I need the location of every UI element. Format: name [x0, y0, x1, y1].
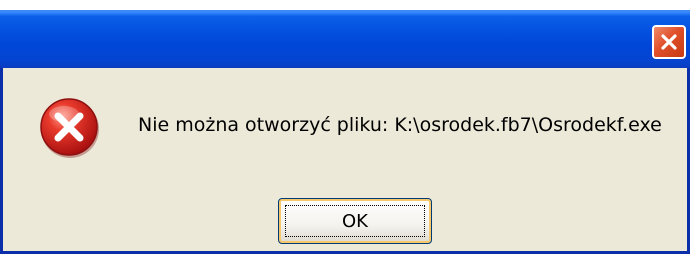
close-button[interactable] [652, 25, 686, 59]
error-icon [40, 98, 99, 158]
close-icon [661, 34, 677, 50]
ok-button-label: OK [342, 210, 368, 232]
error-message: Nie można otworzyć pliku: K:\osrodek.fb7… [138, 114, 662, 136]
error-dialog: Nie można otworzyć pliku: K:\osrodek.fb7… [0, 10, 690, 254]
title-bar[interactable] [0, 10, 690, 68]
ok-button[interactable]: OK [278, 198, 432, 244]
